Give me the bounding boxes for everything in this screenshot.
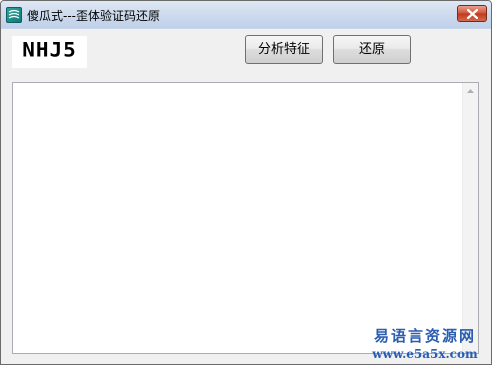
app-logo-icon[interactable] — [6, 7, 22, 23]
title-bar[interactable]: 傻瓜式---歪体验证码还原 — [1, 1, 491, 28]
scroll-up-button[interactable] — [463, 83, 478, 100]
watermark-url: www.e5a5x.com — [372, 347, 478, 361]
captcha-image: NHJ5 — [12, 36, 87, 68]
restore-button[interactable]: 还原 — [333, 35, 411, 64]
site-watermark: 易语言资源网 www.e5a5x.com — [365, 325, 485, 361]
watermark-site-name: 易语言资源网 — [373, 327, 476, 345]
window-title: 傻瓜式---歪体验证码还原 — [27, 9, 160, 23]
close-button[interactable] — [457, 5, 487, 22]
analyze-features-button[interactable]: 分析特征 — [245, 35, 323, 64]
close-icon — [467, 9, 478, 19]
app-window: 傻瓜式---歪体验证码还原 NHJ5 分析特征 还原 易语言资源网 www.e5… — [0, 0, 492, 365]
captcha-text: NHJ5 — [22, 38, 77, 62]
client-area: NHJ5 分析特征 还原 — [8, 29, 486, 359]
output-textarea[interactable] — [12, 82, 479, 354]
arrow-up-icon — [467, 89, 474, 93]
vertical-scrollbar[interactable] — [462, 83, 478, 353]
